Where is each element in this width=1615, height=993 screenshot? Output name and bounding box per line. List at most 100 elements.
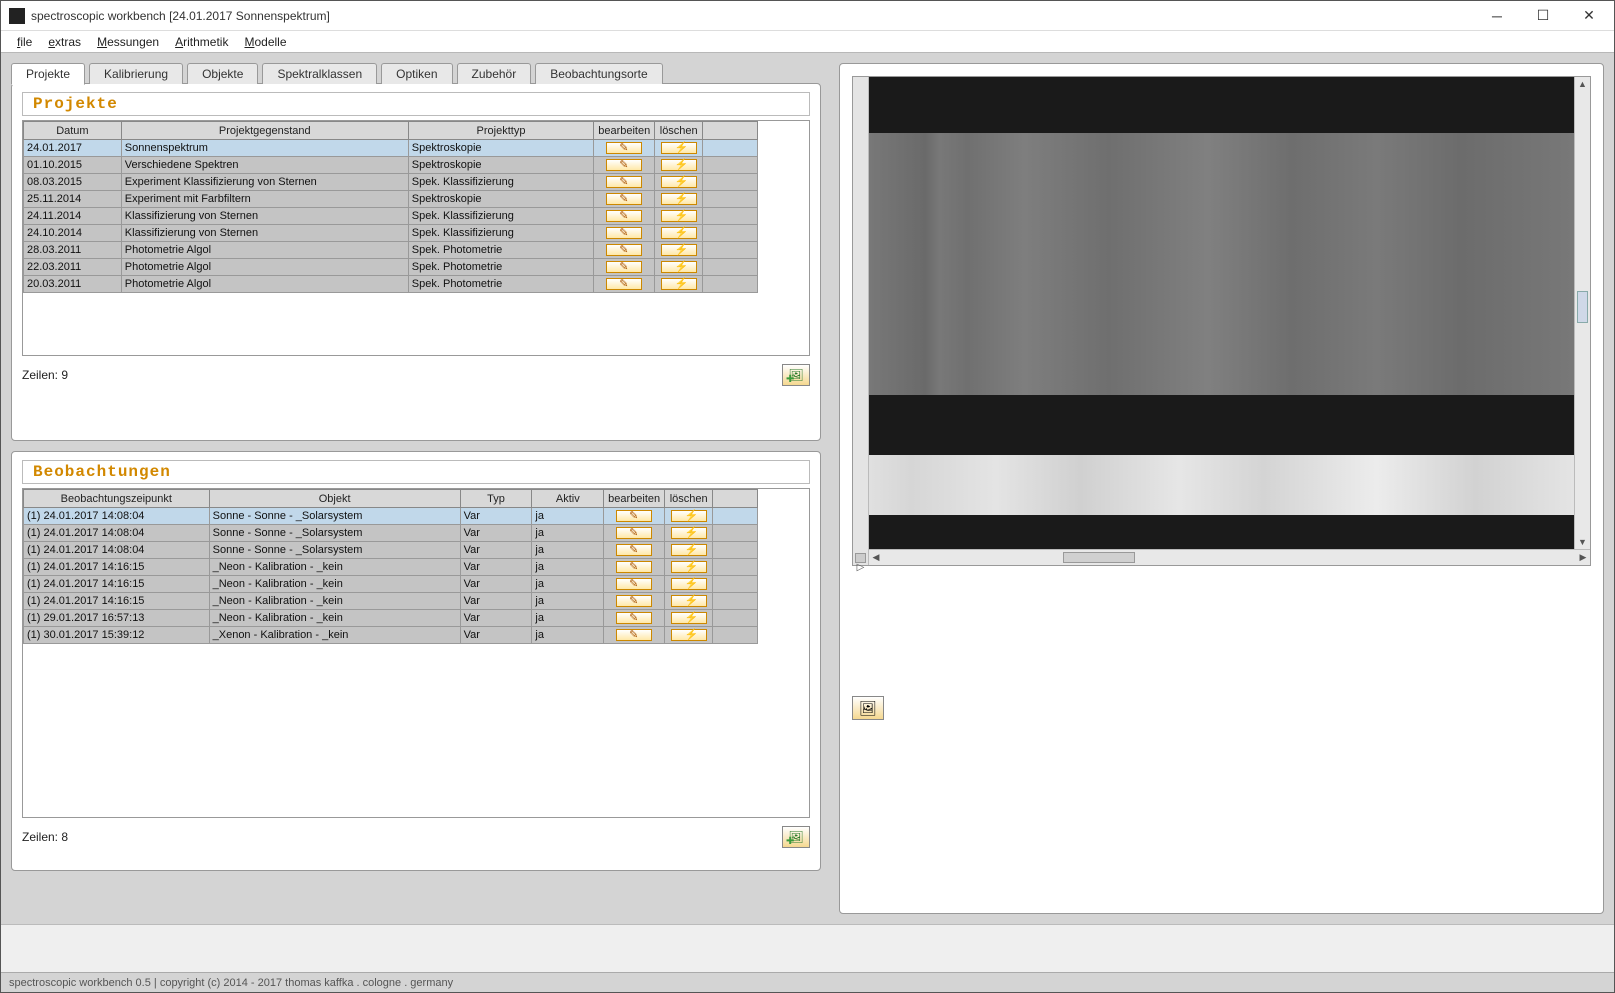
menubar: file extras Messungen Arithmetik Modelle bbox=[1, 31, 1614, 53]
table-row[interactable]: (1) 24.01.2017 14:08:04Sonne - Sonne - _… bbox=[24, 508, 758, 525]
menu-modelle[interactable]: Modelle bbox=[236, 33, 294, 51]
edit-icon[interactable] bbox=[616, 578, 652, 590]
col-projekttyp[interactable]: Projekttyp bbox=[408, 122, 593, 140]
table-row[interactable]: (1) 29.01.2017 16:57:13_Neon - Kalibrati… bbox=[24, 610, 758, 627]
table-row[interactable]: (1) 24.01.2017 14:08:04Sonne - Sonne - _… bbox=[24, 542, 758, 559]
delete-icon[interactable] bbox=[671, 544, 707, 556]
table-row[interactable]: (1) 24.01.2017 14:16:15_Neon - Kalibrati… bbox=[24, 576, 758, 593]
table-row[interactable]: 25.11.2014Experiment mit FarbfilternSpek… bbox=[24, 191, 758, 208]
delete-icon[interactable] bbox=[661, 142, 697, 154]
col-bearbeiten2[interactable]: bearbeiten bbox=[604, 490, 665, 508]
cell-subject: Klassifizierung von Sternen bbox=[121, 208, 408, 225]
edit-icon[interactable] bbox=[616, 629, 652, 641]
projects-add-button[interactable] bbox=[782, 364, 810, 386]
edit-icon[interactable] bbox=[606, 159, 642, 171]
delete-icon[interactable] bbox=[671, 629, 707, 641]
menu-arithmetik[interactable]: Arithmetik bbox=[167, 33, 236, 51]
col-aktiv[interactable]: Aktiv bbox=[532, 490, 604, 508]
viewer-left-scrollbar[interactable]: ▷ bbox=[853, 77, 869, 565]
col-projektgegenstand[interactable]: Projektgegenstand bbox=[121, 122, 408, 140]
col-typ[interactable]: Typ bbox=[460, 490, 532, 508]
table-row[interactable]: 20.03.2011Photometrie AlgolSpek. Photome… bbox=[24, 276, 758, 293]
maximize-button[interactable]: ☐ bbox=[1520, 1, 1566, 31]
spectrum-image[interactable] bbox=[869, 77, 1574, 549]
edit-icon[interactable] bbox=[606, 261, 642, 273]
edit-icon[interactable] bbox=[616, 510, 652, 522]
delete-icon[interactable] bbox=[661, 159, 697, 171]
menu-extras[interactable]: extras bbox=[40, 33, 89, 51]
table-row[interactable]: 28.03.2011Photometrie AlgolSpek. Photome… bbox=[24, 242, 758, 259]
cell-time: (1) 24.01.2017 14:08:04 bbox=[24, 508, 210, 525]
col-beobachtungszeipunkt[interactable]: Beobachtungszeipunkt bbox=[24, 490, 210, 508]
projects-row-count: Zeilen: 9 bbox=[22, 368, 68, 382]
delete-icon[interactable] bbox=[661, 176, 697, 188]
table-row[interactable]: (1) 24.01.2017 14:16:15_Neon - Kalibrati… bbox=[24, 593, 758, 610]
delete-icon[interactable] bbox=[671, 578, 707, 590]
col-loeschen[interactable]: löschen bbox=[655, 122, 703, 140]
edit-icon[interactable] bbox=[606, 210, 642, 222]
tab-beobachtungsorte[interactable]: Beobachtungsorte bbox=[535, 63, 662, 84]
col-bearbeiten[interactable]: bearbeiten bbox=[594, 122, 655, 140]
table-row[interactable]: (1) 30.01.2017 15:39:12_Xenon - Kalibrat… bbox=[24, 627, 758, 644]
menu-messungen[interactable]: Messungen bbox=[89, 33, 167, 51]
tab-spektralklassen[interactable]: Spektralklassen bbox=[262, 63, 377, 84]
delete-icon[interactable] bbox=[661, 244, 697, 256]
edit-icon[interactable] bbox=[606, 142, 642, 154]
col-objekt[interactable]: Objekt bbox=[209, 490, 460, 508]
edit-icon[interactable] bbox=[606, 278, 642, 290]
close-button[interactable]: ✕ bbox=[1566, 1, 1612, 31]
delete-icon[interactable] bbox=[671, 510, 707, 522]
table-row[interactable]: (1) 24.01.2017 14:08:04Sonne - Sonne - _… bbox=[24, 525, 758, 542]
edit-icon[interactable] bbox=[616, 544, 652, 556]
edit-icon[interactable] bbox=[606, 244, 642, 256]
edit-icon[interactable] bbox=[616, 561, 652, 573]
table-row[interactable]: 24.01.2017SonnenspektrumSpektroskopie bbox=[24, 140, 758, 157]
viewer-horizontal-scrollbar[interactable]: ◀ ▶ bbox=[869, 549, 1590, 565]
delete-icon[interactable] bbox=[661, 227, 697, 239]
edit-icon[interactable] bbox=[616, 612, 652, 624]
cell-object: _Xenon - Kalibration - _kein bbox=[209, 627, 460, 644]
edit-icon[interactable] bbox=[616, 595, 652, 607]
col-loeschen2[interactable]: löschen bbox=[665, 490, 713, 508]
cell-type: Var bbox=[460, 593, 532, 610]
menu-file[interactable]: file bbox=[9, 33, 40, 51]
cell-active: ja bbox=[532, 627, 604, 644]
cell-time: (1) 24.01.2017 14:08:04 bbox=[24, 525, 210, 542]
observations-table: Beobachtungszeipunkt Objekt Typ Aktiv be… bbox=[23, 489, 758, 644]
col-datum[interactable]: Datum bbox=[24, 122, 122, 140]
edit-icon[interactable] bbox=[606, 193, 642, 205]
delete-icon[interactable] bbox=[671, 612, 707, 624]
table-row[interactable]: 24.10.2014Klassifizierung von SternenSpe… bbox=[24, 225, 758, 242]
table-row[interactable]: 22.03.2011Photometrie AlgolSpek. Photome… bbox=[24, 259, 758, 276]
tab-optiken[interactable]: Optiken bbox=[381, 63, 452, 84]
tab-zubehoer[interactable]: Zubehör bbox=[457, 63, 532, 84]
delete-icon[interactable] bbox=[671, 595, 707, 607]
minimize-button[interactable]: ─ bbox=[1474, 1, 1520, 31]
delete-icon[interactable] bbox=[661, 193, 697, 205]
statusbar-text: spectroscopic workbench 0.5 | copyright … bbox=[9, 977, 453, 989]
cell-type: Spek. Photometrie bbox=[408, 259, 593, 276]
image-thumbnail-button[interactable]: 🖼 bbox=[852, 696, 884, 720]
delete-icon[interactable] bbox=[661, 261, 697, 273]
titlebar: spectroscopic workbench [24.01.2017 Sonn… bbox=[1, 1, 1614, 31]
edit-icon[interactable] bbox=[606, 227, 642, 239]
edit-icon[interactable] bbox=[616, 527, 652, 539]
projects-table: Datum Projektgegenstand Projekttyp bearb… bbox=[23, 121, 758, 293]
cell-object: _Neon - Kalibration - _kein bbox=[209, 576, 460, 593]
table-row[interactable]: 24.11.2014Klassifizierung von SternenSpe… bbox=[24, 208, 758, 225]
tab-objekte[interactable]: Objekte bbox=[187, 63, 258, 84]
table-row[interactable]: 01.10.2015Verschiedene SpektrenSpektrosk… bbox=[24, 157, 758, 174]
cell-active: ja bbox=[532, 542, 604, 559]
observations-add-button[interactable] bbox=[782, 826, 810, 848]
tab-projekte[interactable]: Projekte bbox=[11, 63, 85, 85]
delete-icon[interactable] bbox=[661, 210, 697, 222]
edit-icon[interactable] bbox=[606, 176, 642, 188]
delete-icon[interactable] bbox=[661, 278, 697, 290]
table-row[interactable]: 08.03.2015Experiment Klassifizierung von… bbox=[24, 174, 758, 191]
table-row[interactable]: (1) 24.01.2017 14:16:15_Neon - Kalibrati… bbox=[24, 559, 758, 576]
viewer-vertical-scrollbar[interactable]: ▲ ▼ bbox=[1574, 77, 1590, 549]
delete-icon[interactable] bbox=[671, 527, 707, 539]
tab-kalibrierung[interactable]: Kalibrierung bbox=[89, 63, 183, 84]
delete-icon[interactable] bbox=[671, 561, 707, 573]
observations-title: Beobachtungen bbox=[33, 463, 171, 481]
